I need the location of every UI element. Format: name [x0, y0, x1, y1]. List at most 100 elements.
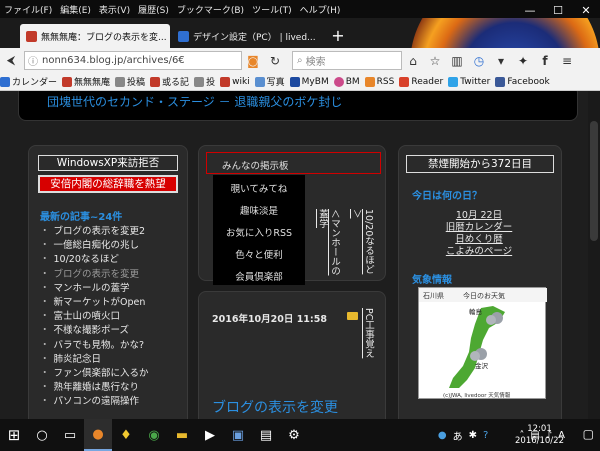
list-item[interactable]: ・マンホールの蓋学	[40, 282, 190, 296]
list-item[interactable]: ・ 10/20なるほど	[40, 253, 190, 267]
menu-help[interactable]: ヘルプ(H)	[296, 3, 345, 16]
list-item[interactable]: ・ファン倶楽部に入るか	[40, 367, 190, 381]
tab-design-settings[interactable]: デザイン設定（PC） | lived...	[172, 24, 327, 48]
home-icon[interactable]: ⌂	[402, 50, 424, 72]
bookmark-reader[interactable]: Reader	[399, 76, 443, 87]
folder-taskbar-icon[interactable]: ▬	[168, 419, 196, 451]
article-link[interactable]: 一億総白痴化の兆し	[54, 240, 140, 251]
list-item[interactable]: ・一億総白痴化の兆し	[40, 239, 190, 253]
ime-indicator[interactable]: あ	[453, 428, 463, 443]
article-link[interactable]: ブログの表示を変更2	[54, 226, 146, 237]
minimize-icon[interactable]: —	[516, 0, 544, 20]
article-link[interactable]: ブログの表示を変更	[54, 269, 140, 280]
article-link[interactable]: バラでも見物。かな?	[54, 340, 145, 351]
task-view-icon[interactable]: ▭	[56, 419, 84, 451]
search-input[interactable]: ⌕ 検索	[292, 51, 402, 70]
article-link[interactable]: 新マーケットがOpen	[54, 297, 146, 308]
bookmark-wiki[interactable]: wiki	[220, 76, 250, 87]
menu-view[interactable]: 表示(V)	[95, 3, 134, 16]
url-text: nonn634.blog.jp/archives/6€	[42, 55, 185, 66]
menu-item-board[interactable]: みんなの掲示板	[222, 158, 289, 172]
dropdown-item[interactable]: 色々と便利	[213, 247, 305, 261]
post-category-link[interactable]: PC工事覚え	[361, 308, 375, 403]
facebook-icon[interactable]: f	[534, 50, 556, 72]
reload-icon[interactable]: ↻	[264, 50, 286, 72]
search-icon: ⌕	[297, 55, 303, 66]
windows-start-icon[interactable]: ⊞	[0, 419, 28, 451]
menu-file[interactable]: ファイル(F)	[0, 3, 56, 16]
bookmark-mybm[interactable]: MyBM	[289, 76, 329, 87]
dropdown-item[interactable]: 覗いてみてね	[213, 181, 305, 195]
dropdown-item[interactable]: 趣味淡是	[213, 203, 305, 217]
back-icon[interactable]: ⮜	[0, 50, 22, 72]
firefox-taskbar-icon[interactable]: ●	[84, 419, 112, 451]
bookmark-munomuan[interactable]: 無無無庵	[62, 75, 110, 88]
post-title[interactable]: ブログの表示を変更	[212, 397, 338, 417]
list-item[interactable]: ・ブログの表示を変更	[40, 268, 190, 282]
menu-bookmarks[interactable]: ブックマーク(B)	[173, 3, 248, 16]
tray-app-icon[interactable]: ●	[438, 430, 447, 441]
star-icon[interactable]: ☆	[424, 50, 446, 72]
list-item[interactable]: ・不様な撮影ポーズ	[40, 324, 190, 338]
list-item[interactable]: ・ブログの表示を変更2	[40, 225, 190, 239]
tab-blog[interactable]: 無無無庵：ブログの表示を変... ✕	[20, 24, 170, 48]
chrome-icon[interactable]: ◉	[140, 419, 168, 451]
notification-icon[interactable]: ▢	[583, 427, 594, 441]
bookmark-post[interactable]: 投稿	[115, 75, 145, 88]
scrollbar[interactable]	[588, 91, 600, 419]
bookmark-photo[interactable]: 写真	[254, 75, 285, 88]
twitter-icon[interactable]: ✦	[512, 50, 534, 72]
hamburger-menu-icon[interactable]: ≡	[556, 50, 578, 72]
bookmark-post2[interactable]: 投	[194, 75, 215, 88]
media-icon[interactable]: ▶	[196, 419, 224, 451]
article-link[interactable]: 10/20なるほど	[54, 254, 119, 265]
new-tab-icon[interactable]: +	[328, 26, 348, 45]
bookmark-bm[interactable]: BM	[333, 76, 360, 87]
bookmark-facebook[interactable]: Facebook	[495, 76, 550, 87]
dropdown-item[interactable]: 会員倶楽部	[213, 269, 305, 283]
article-link[interactable]: マンホールの蓋学	[54, 283, 130, 294]
menu-history[interactable]: 履歴(S)	[134, 3, 173, 16]
next-article-link[interactable]: 10/20なるほど＞	[350, 209, 374, 279]
rss-icon[interactable]: ◙	[242, 50, 264, 72]
article-link[interactable]: ファン倶楽部に入るか	[54, 368, 149, 379]
bookmark-calendar[interactable]: カレンダー	[0, 75, 57, 88]
clock-icon[interactable]: ◷	[468, 50, 490, 72]
dropdown-item[interactable]: お気に入りRSS	[213, 225, 305, 239]
bulb-icon[interactable]: ♦	[112, 419, 140, 451]
app-icon[interactable]: ▣	[224, 419, 252, 451]
close-icon[interactable]: ✕	[572, 0, 600, 20]
article-link[interactable]: パソコンの遠隔操作	[54, 396, 140, 407]
article-link[interactable]: 熟年離婚は愚行なり	[54, 382, 140, 393]
remote-icon[interactable]: ▤	[252, 419, 280, 451]
article-link[interactable]: 肺炎記念日	[54, 354, 102, 365]
bookmark-rss[interactable]: RSS	[364, 76, 394, 87]
dropdown-icon[interactable]: ▾	[490, 50, 512, 72]
list-item[interactable]: ・新マーケットがOpen	[40, 296, 190, 310]
list-item[interactable]: ・パソコンの遠隔操作	[40, 395, 190, 409]
bookmark-twitter[interactable]: Twitter	[448, 76, 490, 87]
url-bar[interactable]: ⓘ nonn634.blog.jp/archives/6€	[24, 51, 242, 70]
calendar-page-link[interactable]: こよみのページ	[404, 243, 554, 257]
search-placeholder: 検索	[305, 57, 326, 68]
article-link[interactable]: 富士山の噴火口	[54, 311, 121, 322]
library-icon[interactable]: ▥	[446, 50, 468, 72]
settings-gear-icon[interactable]: ⚙	[280, 419, 308, 451]
list-item[interactable]: ・肺炎記念日	[40, 353, 190, 367]
list-item[interactable]: ・熟年離婚は愚行なり	[40, 381, 190, 395]
menu-edit[interactable]: 編集(E)	[56, 3, 95, 16]
list-item[interactable]: ・富士山の噴火口	[40, 310, 190, 324]
prev-article-link[interactable]: ＜マンホールの蓋学	[316, 209, 340, 279]
clock[interactable]: 12:01 2016/10/22	[515, 423, 564, 447]
bookmark-aruki[interactable]: 或る記	[150, 75, 189, 88]
menu-tools[interactable]: ツール(T)	[248, 3, 296, 16]
article-link[interactable]: 不様な撮影ポーズ	[54, 325, 130, 336]
maximize-icon[interactable]: ☐	[544, 0, 572, 20]
list-item[interactable]: ・バラでも見物。かな?	[40, 339, 190, 353]
tray-star-icon[interactable]: ✱	[469, 430, 477, 441]
help-icon[interactable]: ?	[483, 430, 488, 441]
scroll-thumb[interactable]	[590, 121, 598, 241]
blog-title[interactable]: 団塊世代のセカンド・ステージ － 退職親父のボケ封じ	[47, 93, 342, 110]
cortana-icon[interactable]: ○	[28, 419, 56, 451]
weather-map[interactable]: 石川県 今日のお天気 輪島 金沢 (c)JWA, livedoor 天気情報	[418, 287, 547, 399]
